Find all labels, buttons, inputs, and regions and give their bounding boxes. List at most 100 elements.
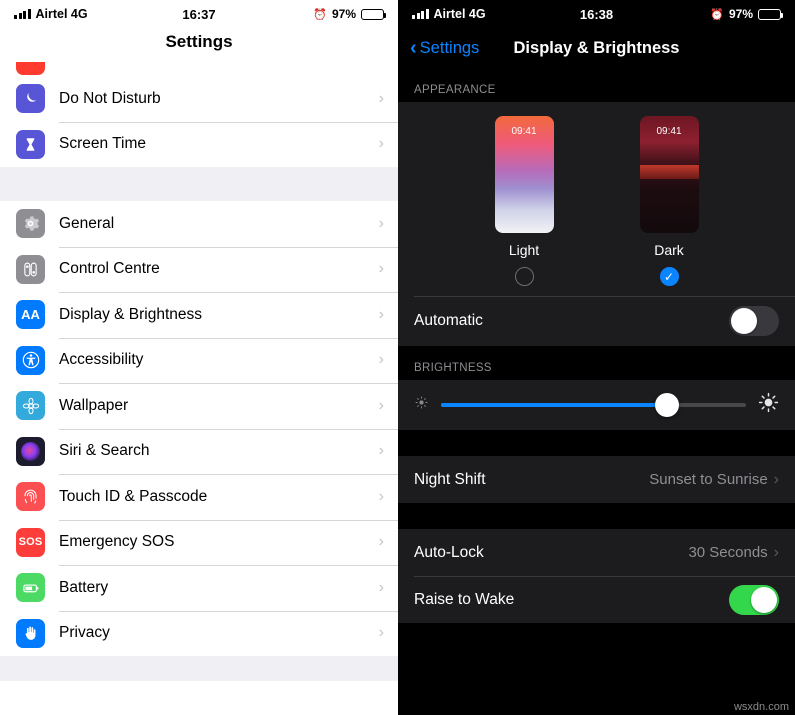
sidebar-item-screen-time[interactable]: Screen Time › [0, 121, 398, 167]
automatic-toggle[interactable] [729, 306, 779, 336]
battery-icon [361, 8, 387, 20]
signal-strength-icon [412, 9, 429, 19]
row-label: Control Centre [59, 260, 160, 278]
hand-icon [16, 618, 45, 648]
row-separator [414, 576, 795, 577]
automatic-row[interactable]: Automatic [398, 296, 795, 346]
row-label: Display & Brightness [59, 305, 203, 323]
battery-percent-label: 97% [728, 7, 753, 21]
left-status-bar: Airtel 4G 16:37 ⏰ 97% [0, 0, 398, 28]
carrier-label: Airtel 4G [433, 7, 486, 21]
bottom-gap [398, 623, 795, 649]
night-shift-row[interactable]: Night Shift Sunset to Sunrise › [398, 456, 795, 503]
chevron-right-icon: › [378, 351, 384, 369]
siri-icon [16, 436, 45, 466]
settings-group-1: Do Not Disturb › Screen Time › [0, 76, 398, 167]
appearance-picker: 09:41 Light 09:41 Dark ✓ [398, 102, 795, 296]
appearance-option-label: Dark [654, 242, 684, 258]
sidebar-item-siri-search[interactable]: Siri & Search › [0, 428, 398, 474]
light-preview-thumbnail[interactable]: 09:41 [494, 116, 554, 233]
auto-lock-row[interactable]: Auto-Lock 30 Seconds › [398, 529, 795, 576]
chevron-right-icon: › [378, 396, 384, 414]
row-label: Siri & Search [59, 442, 150, 460]
slider-knob[interactable] [654, 393, 679, 417]
chevron-right-icon: › [378, 260, 384, 278]
chevron-right-icon: › [378, 487, 384, 505]
sidebar-item-touch-id-passcode[interactable]: Touch ID & Passcode › [0, 474, 398, 520]
appearance-option-label: Light [508, 242, 540, 258]
row-label: Auto-Lock [414, 543, 484, 561]
flower-icon [16, 391, 45, 421]
battery-icon [758, 8, 784, 20]
row-label: Wallpaper [59, 396, 129, 414]
row-label: Night Shift [414, 470, 486, 488]
fingerprint-icon [16, 482, 45, 512]
carrier-label: Airtel 4G [35, 7, 88, 21]
chevron-right-icon: › [378, 214, 384, 232]
brightness-slider[interactable] [441, 393, 746, 417]
status-clock: 16:38 [579, 6, 614, 22]
row-label: General [59, 214, 115, 232]
sidebar-item-battery[interactable]: Battery › [0, 565, 398, 611]
row-label: Accessibility [59, 351, 144, 369]
battery-percent-label: 97% [331, 7, 356, 21]
back-button-label: Settings [419, 38, 480, 57]
preview-clock: 09:41 [656, 126, 682, 137]
sidebar-item-emergency-sos[interactable]: SOS Emergency SOS › [0, 519, 398, 565]
battery-icon [16, 573, 45, 603]
row-value: Sunset to Sunrise [649, 471, 768, 488]
row-separator [414, 296, 795, 297]
chevron-right-icon: › [378, 305, 384, 323]
check-icon: ✓ [663, 269, 675, 284]
row-value: 30 Seconds [688, 544, 768, 561]
sidebar-item-display-brightness[interactable]: AA Display & Brightness › [0, 292, 398, 338]
raise-to-wake-toggle[interactable] [729, 584, 779, 615]
chevron-right-icon: › [378, 135, 384, 153]
appearance-option-dark[interactable]: 09:41 Dark ✓ [639, 116, 699, 286]
chevron-right-icon: › [378, 624, 384, 642]
section-gap [398, 503, 795, 529]
sidebar-item-wallpaper[interactable]: Wallpaper › [0, 383, 398, 429]
brightness-slider-row[interactable] [398, 380, 795, 430]
watermark: wsxdn.com [733, 701, 789, 713]
dark-preview-thumbnail[interactable]: 09:41 [639, 116, 699, 233]
gear-icon [16, 209, 45, 239]
back-button[interactable]: ‹ Settings [410, 38, 479, 58]
chevron-right-icon: › [378, 533, 384, 551]
sidebar-item-privacy[interactable]: Privacy › [0, 610, 398, 656]
sun-low-icon [414, 395, 429, 415]
page-title: Settings [165, 32, 233, 51]
chevron-left-icon: ‹ [410, 37, 417, 59]
automatic-label: Automatic [414, 312, 483, 329]
light-radio-button[interactable] [514, 267, 534, 286]
accessibility-icon [16, 345, 45, 375]
sos-icon: SOS [16, 527, 45, 557]
preview-clock: 09:41 [511, 126, 537, 137]
right-status-bar: Airtel 4G 16:38 ⏰ 97% [398, 0, 795, 28]
dark-radio-button[interactable]: ✓ [659, 267, 679, 286]
signal-strength-icon [14, 9, 31, 19]
appearance-section-header: APPEARANCE [414, 84, 496, 96]
settings-group-2: General › Control Centre › AA Display & … [0, 201, 398, 656]
row-label: Screen Time [59, 135, 147, 153]
alarm-icon: ⏰ [710, 8, 724, 21]
slider-fill [441, 403, 667, 407]
chevron-right-icon: › [378, 578, 384, 596]
chevron-right-icon: › [773, 470, 779, 488]
raise-to-wake-row[interactable]: Raise to Wake [398, 576, 795, 623]
appearance-option-light[interactable]: 09:41 Light [494, 116, 554, 286]
chevron-right-icon: › [773, 543, 779, 561]
sidebar-item-control-centre[interactable]: Control Centre › [0, 246, 398, 292]
navigation-bar: ‹ Settings Display & Brightness [398, 28, 795, 68]
sidebar-item-general[interactable]: General › [0, 201, 398, 247]
sidebar-item-do-not-disturb[interactable]: Do Not Disturb › [0, 76, 398, 122]
row-label: Battery [59, 578, 109, 596]
alarm-icon: ⏰ [313, 8, 327, 21]
hourglass-icon [16, 129, 45, 159]
aa-icon: AA [16, 300, 45, 330]
left-phone-screen: Airtel 4G 16:37 ⏰ 97% Settings Do Not Di… [0, 0, 398, 690]
sidebar-item-accessibility[interactable]: Accessibility › [0, 337, 398, 383]
group-separator [0, 167, 398, 201]
chevron-right-icon: › [378, 442, 384, 460]
left-bottom-strip [0, 656, 398, 681]
